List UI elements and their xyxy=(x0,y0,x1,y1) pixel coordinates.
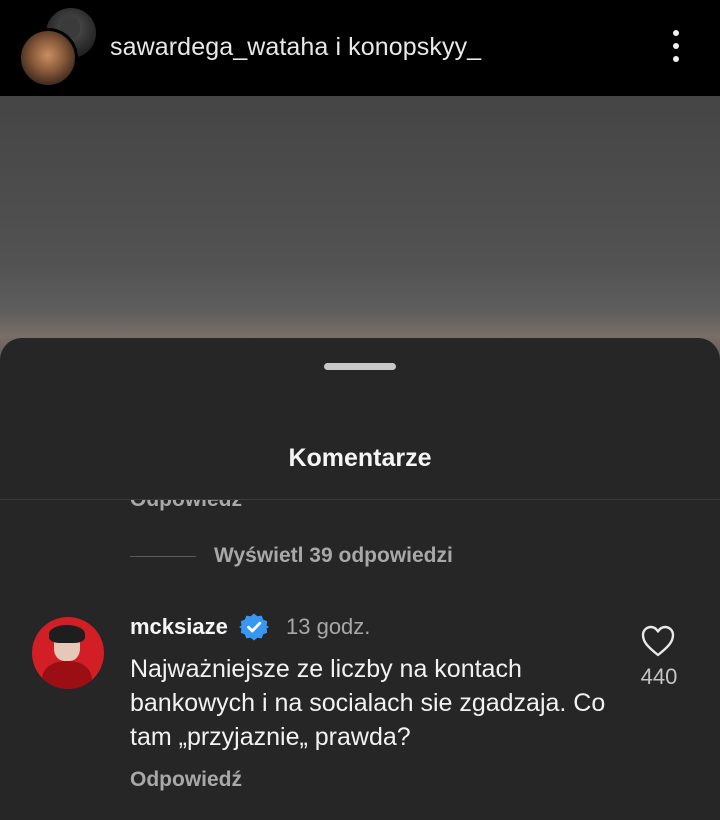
account-names[interactable]: sawardega_wataha i konopskyy_ xyxy=(110,33,481,62)
reply-button-previous[interactable]: Odpowiedź xyxy=(130,500,242,512)
replies-line xyxy=(130,556,196,557)
avatar-sawardega[interactable] xyxy=(18,28,78,88)
comment-username[interactable]: mcksiaze xyxy=(130,614,228,640)
like-count: 440 xyxy=(640,664,678,689)
collab-avatars[interactable] xyxy=(18,6,98,88)
comments-sheet: Komentarze Odpowiedź Wyświetl 39 odpowie… xyxy=(0,338,720,820)
more-vertical-icon[interactable] xyxy=(666,26,686,66)
comment-text: Najważniejsze ze liczby na kontach banko… xyxy=(130,655,606,751)
heart-icon[interactable] xyxy=(640,624,676,658)
comment-timestamp: 13 godz. xyxy=(286,614,371,639)
reply-button[interactable]: Odpowiedź xyxy=(130,768,242,792)
view-replies-button[interactable]: Wyświetl 39 odpowiedzi xyxy=(214,544,453,568)
avatar[interactable] xyxy=(32,617,104,689)
post-header: sawardega_wataha i konopskyy_ xyxy=(0,0,720,96)
sheet-drag-handle[interactable] xyxy=(324,363,396,370)
verified-badge-icon xyxy=(239,613,269,641)
sheet-title: Komentarze xyxy=(288,444,432,472)
comments-list[interactable]: Odpowiedź Wyświetl 39 odpowiedzi mcksiaz… xyxy=(0,500,720,820)
